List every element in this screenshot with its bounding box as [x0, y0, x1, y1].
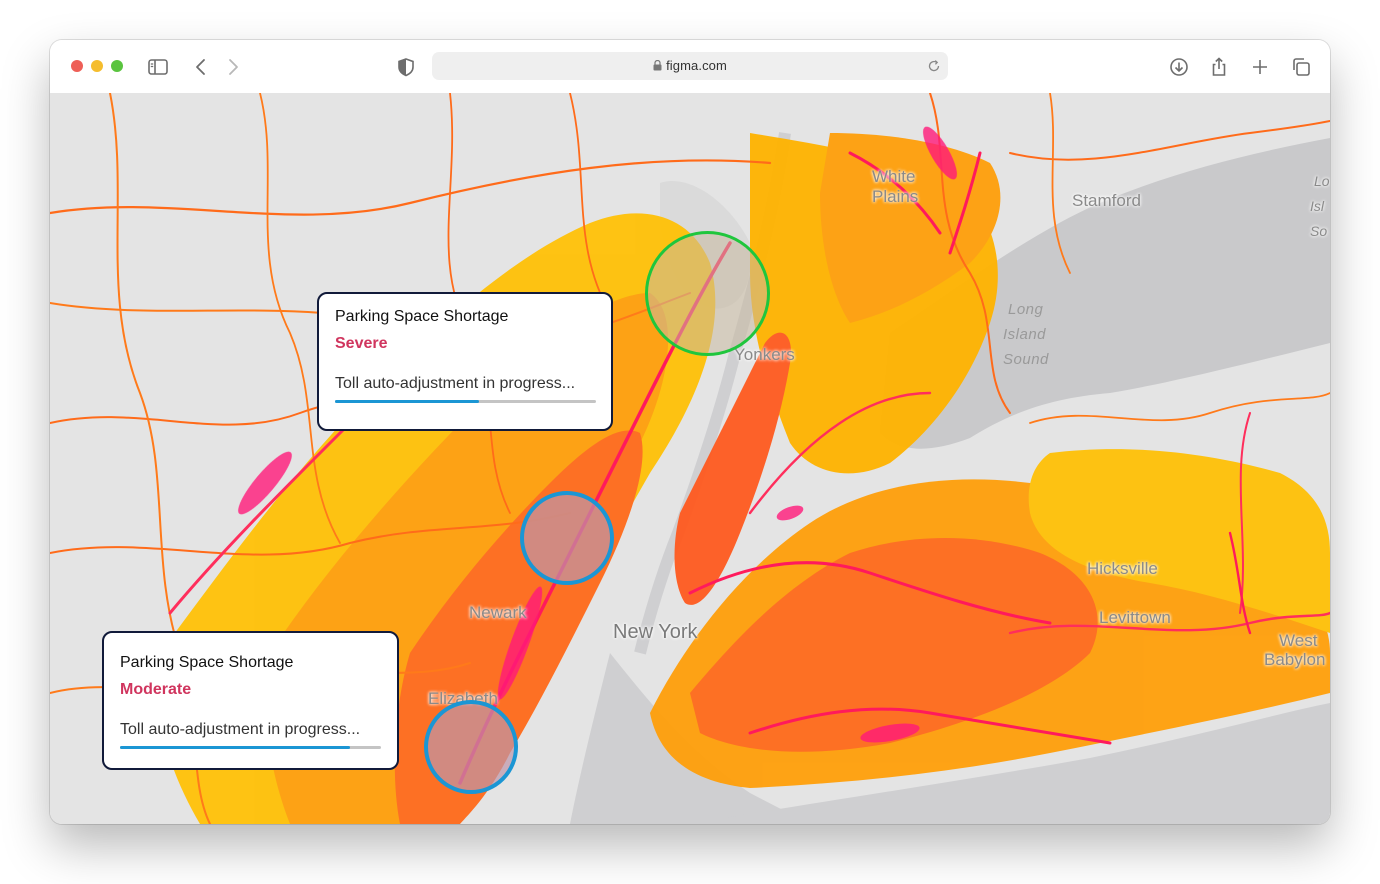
reload-icon[interactable]: [926, 58, 942, 74]
alert-card-severe[interactable]: Parking Space Shortage Severe Toll auto-…: [317, 292, 613, 431]
place-label: Hicksville: [1087, 559, 1158, 578]
forward-icon[interactable]: [222, 56, 244, 78]
new-tab-icon[interactable]: [1249, 56, 1271, 78]
map-marker-ok[interactable]: [645, 231, 770, 356]
url-display: figma.com: [432, 58, 948, 74]
water-label: Long: [1008, 301, 1044, 318]
place-label: Newark: [469, 603, 527, 622]
status-text: Toll auto-adjustment in progress...: [335, 375, 576, 392]
back-icon[interactable]: [190, 56, 212, 78]
lock-icon: [653, 59, 662, 74]
place-label: So: [1310, 223, 1328, 239]
address-bar[interactable]: figma.com: [432, 52, 948, 80]
card-title: Parking Space Shortage: [335, 308, 509, 325]
place-label: Levittown: [1099, 608, 1171, 627]
severity-label: Severe: [335, 335, 388, 352]
maximize-window-button[interactable]: [111, 60, 123, 72]
progress-fill: [120, 746, 350, 749]
progress-fill: [335, 400, 479, 403]
url-text: figma.com: [666, 58, 727, 73]
place-label: Stamford: [1072, 191, 1141, 210]
place-label: Babylon: [1264, 650, 1326, 669]
progress-bar: [335, 400, 596, 403]
water-label: Island: [1003, 326, 1047, 343]
water-label: Sound: [1003, 351, 1049, 368]
place-label: Plains: [872, 187, 919, 206]
place-label: West: [1279, 631, 1318, 650]
map-marker-alert[interactable]: [424, 700, 518, 794]
place-label: New York: [613, 621, 698, 643]
tabs-icon[interactable]: [1290, 56, 1312, 78]
browser-window: figma.com White Plains Stamford Yonkers …: [50, 40, 1330, 824]
severity-label: Moderate: [120, 681, 192, 698]
minimize-window-button[interactable]: [91, 60, 103, 72]
share-icon[interactable]: [1208, 56, 1230, 78]
place-label: Lo: [1314, 173, 1330, 189]
place-label: Yonkers: [734, 345, 795, 364]
status-text: Toll auto-adjustment in progress...: [120, 721, 361, 738]
place-label: White: [872, 167, 916, 186]
alert-card-moderate[interactable]: Parking Space Shortage Moderate Toll aut…: [102, 631, 399, 770]
browser-toolbar: figma.com: [50, 40, 1330, 94]
map-marker-alert[interactable]: [520, 491, 614, 585]
close-window-button[interactable]: [71, 60, 83, 72]
sidebar-icon[interactable]: [147, 56, 169, 78]
progress-bar: [120, 746, 381, 749]
card-title: Parking Space Shortage: [120, 654, 294, 671]
download-icon[interactable]: [1168, 56, 1190, 78]
place-label: Isl: [1310, 198, 1324, 214]
shield-icon[interactable]: [395, 56, 417, 78]
traffic-heatmap[interactable]: White Plains Stamford Yonkers Newark New…: [50, 93, 1330, 824]
